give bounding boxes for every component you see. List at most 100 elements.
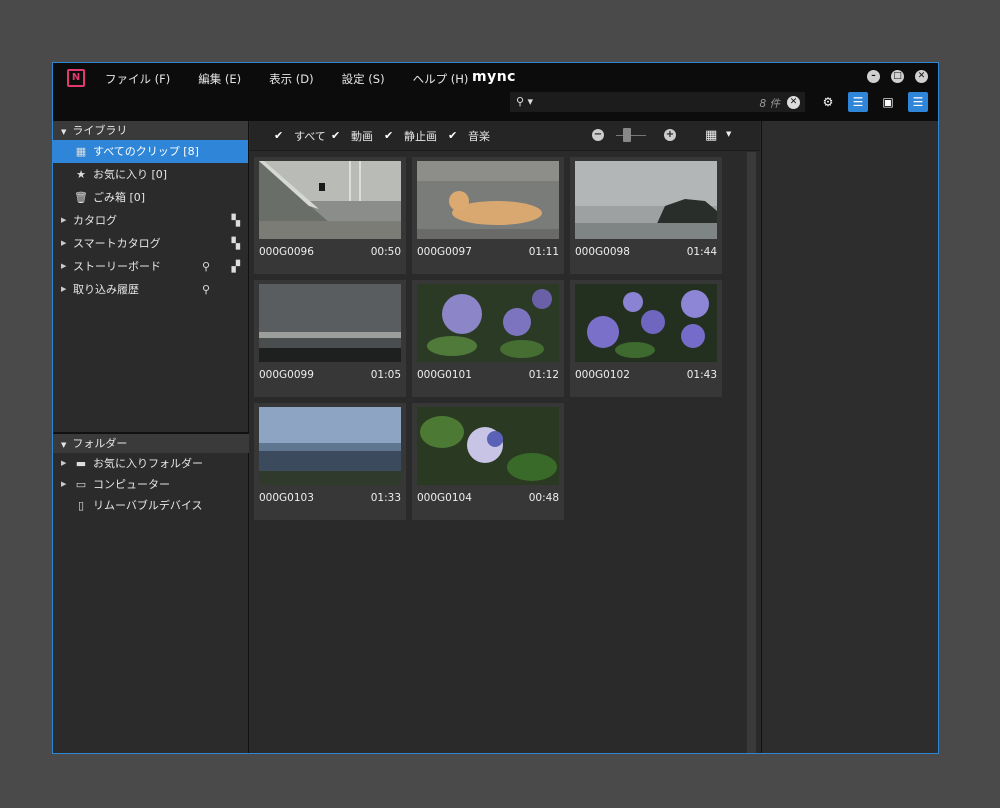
filter-still[interactable]: ✔ 静止画 xyxy=(384,128,437,144)
group-label: 取り込み履歴 xyxy=(73,283,139,296)
folder-item-computer[interactable]: ▶ ▭ コンピューター xyxy=(53,474,249,495)
clip-name: 000G0102 xyxy=(575,369,630,381)
close-icon[interactable]: ✕ xyxy=(915,70,928,83)
filter-video[interactable]: ✔ 動画 xyxy=(331,128,373,144)
group-label: スマートカタログ xyxy=(73,237,161,250)
expand-arrow-icon: ▼ xyxy=(61,128,67,136)
grid-view-icon[interactable]: ▦ xyxy=(705,128,717,143)
collapsed-arrow-icon: ▶ xyxy=(61,216,67,224)
left-sidebar: ▼ ライブラリ ▦ すべてのクリップ [8] ★ お気に入り [0] 🗑 ごみ箱 [0]… xyxy=(53,121,249,753)
clip-thumbnail[interactable] xyxy=(259,407,401,485)
clip-name: 000G0097 xyxy=(417,246,472,258)
library-header-label: ライブラリ xyxy=(72,124,128,137)
menu-view[interactable]: 表示 (D) xyxy=(269,71,313,87)
clip-thumbnail[interactable] xyxy=(575,284,717,362)
collapsed-arrow-icon: ▶ xyxy=(61,285,67,293)
library-item-label: すべてのクリップ [8] xyxy=(93,145,199,158)
search-input[interactable]: ⚲ ▾ 8 件 ✕ xyxy=(510,92,805,112)
clip-card[interactable]: 000G0097 01:11 xyxy=(412,157,564,274)
library-group-catalog[interactable]: ▶ カタログ ▚ xyxy=(53,209,248,232)
folder-item-removable[interactable]: ▯ リムーバブルデバイス xyxy=(53,495,249,516)
menu-settings[interactable]: 設定 (S) xyxy=(342,71,385,87)
clips-icon: ▦ xyxy=(75,145,87,158)
checkmark-icon: ✔ xyxy=(384,129,394,142)
clip-card[interactable]: 000G0104 00:48 xyxy=(412,403,564,520)
trash-icon: 🗑 xyxy=(74,191,88,204)
app-brand: mync xyxy=(472,69,516,85)
star-icon: ★ xyxy=(76,168,86,181)
search-icon[interactable]: ⚲ ▾ xyxy=(516,95,533,108)
app-logo: N xyxy=(67,69,85,87)
chevron-down-icon[interactable]: ▼ xyxy=(726,130,731,138)
menu-file[interactable]: ファイル (F) xyxy=(105,71,170,87)
list-view-icon[interactable]: ☰ xyxy=(848,92,868,112)
clip-card[interactable]: 000G0096 00:50 xyxy=(254,157,406,274)
zoom-in-icon[interactable]: + xyxy=(664,129,676,141)
clip-card[interactable]: 000G0099 01:05 xyxy=(254,280,406,397)
vertical-scrollbar[interactable] xyxy=(747,152,756,753)
folder-item-label: リムーバブルデバイス xyxy=(93,499,203,512)
detail-view-icon[interactable]: ☰ xyxy=(908,92,928,112)
library-item-label: お気に入り [0] xyxy=(93,168,168,181)
clip-duration: 00:50 xyxy=(370,246,401,258)
zoom-slider-thumb[interactable] xyxy=(623,128,631,142)
clip-name: 000G0104 xyxy=(417,492,472,504)
folder-item-favorites[interactable]: ▶ ▬ お気に入りフォルダー xyxy=(53,453,249,474)
clip-duration: 01:43 xyxy=(686,369,717,381)
computer-icon: ▭ xyxy=(75,478,87,491)
clip-name: 000G0099 xyxy=(259,369,314,381)
library-group-smart-catalog[interactable]: ▶ スマートカタログ ▚ xyxy=(53,232,248,255)
checkmark-icon: ✔ xyxy=(274,129,284,142)
minimize-icon[interactable]: – xyxy=(867,70,880,83)
library-item-label: ごみ箱 [0] xyxy=(93,191,146,204)
add-smart-catalog-icon[interactable]: ▚ xyxy=(232,232,240,255)
clip-name: 000G0098 xyxy=(575,246,630,258)
clip-thumbnail[interactable] xyxy=(417,161,559,239)
gear-icon[interactable]: ⚙ xyxy=(818,92,838,112)
clip-duration: 01:33 xyxy=(370,492,401,504)
maximize-icon[interactable]: □ xyxy=(891,70,904,83)
image-view-icon[interactable]: ▣ xyxy=(878,92,898,112)
zoom-slider-track[interactable] xyxy=(616,135,646,136)
add-storyboard-icon[interactable]: ▞ xyxy=(232,255,240,278)
filter-bar: ✔ すべて ✔ 動画 ✔ 静止画 ✔ 音楽 − + ▦ ▼ xyxy=(250,121,760,151)
clip-card[interactable]: 000G0102 01:43 xyxy=(570,280,722,397)
folder-item-label: お気に入りフォルダー xyxy=(93,457,203,470)
clip-thumbnail[interactable] xyxy=(259,284,401,362)
clip-browser: ✔ すべて ✔ 動画 ✔ 静止画 ✔ 音楽 − + ▦ ▼ 000G0096 0… xyxy=(250,121,760,753)
menu-help[interactable]: ヘルプ (H) xyxy=(413,71,469,87)
clip-card[interactable]: 000G0101 01:12 xyxy=(412,280,564,397)
clip-card[interactable]: 000G0098 01:44 xyxy=(570,157,722,274)
folder-section: ▼ フォルダー ▶ ▬ お気に入りフォルダー ▶ ▭ コンピューター ▯ リムーバブルデ… xyxy=(53,434,249,516)
clip-card[interactable]: 000G0103 01:33 xyxy=(254,403,406,520)
app-window: N ファイル (F) 編集 (E) 表示 (D) 設定 (S) ヘルプ (H) … xyxy=(52,62,939,754)
folder-header[interactable]: ▼ フォルダー xyxy=(53,434,249,453)
library-item-trash[interactable]: 🗑 ごみ箱 [0] xyxy=(53,186,248,209)
filter-music[interactable]: ✔ 音楽 xyxy=(448,128,490,144)
library-group-storyboard[interactable]: ▶ ストーリーボード ⚲ ▞ xyxy=(53,255,248,278)
menu-edit[interactable]: 編集 (E) xyxy=(198,71,241,87)
library-group-import-history[interactable]: ▶ 取り込み履歴 ⚲ xyxy=(53,278,248,301)
search-icon[interactable]: ⚲ xyxy=(202,278,210,301)
clip-thumbnail[interactable] xyxy=(575,161,717,239)
clip-thumbnail[interactable] xyxy=(417,407,559,485)
add-catalog-icon[interactable]: ▚ xyxy=(232,209,240,232)
clear-search-icon[interactable]: ✕ xyxy=(787,96,800,109)
clip-name: 000G0101 xyxy=(417,369,472,381)
clip-duration: 00:48 xyxy=(528,492,559,504)
zoom-out-icon[interactable]: − xyxy=(592,129,604,141)
folder-item-label: コンピューター xyxy=(93,478,170,491)
library-item-favorites[interactable]: ★ お気に入り [0] xyxy=(53,163,248,186)
clip-thumbnail[interactable] xyxy=(417,284,559,362)
library-header[interactable]: ▼ ライブラリ xyxy=(53,121,248,140)
collapsed-arrow-icon: ▶ xyxy=(61,459,67,467)
clip-name: 000G0103 xyxy=(259,492,314,504)
checkmark-icon: ✔ xyxy=(331,129,341,142)
filter-all[interactable]: ✔ すべて xyxy=(274,128,326,144)
search-icon[interactable]: ⚲ xyxy=(202,255,210,278)
clip-name: 000G0096 xyxy=(259,246,314,258)
inspector-panel xyxy=(761,121,938,753)
group-label: カタログ xyxy=(73,214,117,227)
clip-thumbnail[interactable] xyxy=(259,161,401,239)
library-item-all-clips[interactable]: ▦ すべてのクリップ [8] xyxy=(53,140,248,163)
